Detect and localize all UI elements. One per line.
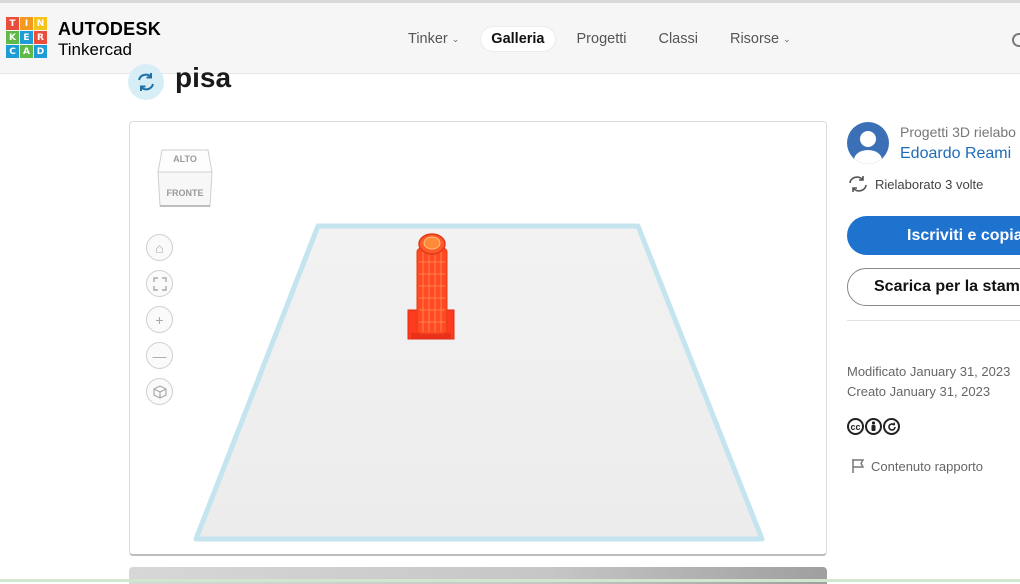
- zoom-out-icon: —: [152, 347, 167, 364]
- viewcube-top-label: ALTO: [173, 154, 197, 164]
- page-bottom-edge: [0, 579, 1020, 582]
- avatar[interactable]: [847, 122, 889, 164]
- chevron-down-icon: ⌄: [783, 33, 791, 44]
- nav-item-classi[interactable]: Classi: [648, 27, 707, 51]
- design-title: pisa: [175, 62, 232, 93]
- brand-name: AUTODESK: [58, 19, 162, 39]
- sidebar-divider: [847, 320, 1020, 321]
- report-content-link[interactable]: Contenuto rapporto: [851, 458, 983, 474]
- attribution-figure-icon: [871, 421, 876, 431]
- 3d-viewer[interactable]: ALTO FRONTE ⌂ + —: [129, 121, 827, 556]
- modified-date: Modificato January 31, 2023: [847, 364, 1011, 379]
- report-label: Contenuto rapporto: [871, 458, 984, 474]
- download-print-button[interactable]: Scarica per la stamp: [847, 268, 1020, 306]
- product-name: Tinkercad: [58, 40, 133, 59]
- viewcube[interactable]: ALTO FRONTE: [156, 144, 214, 212]
- remix-arrows-icon: [138, 73, 154, 91]
- tinkercad-logo[interactable]: TIN KER CAD: [6, 17, 47, 58]
- viewer-scene: [193, 223, 765, 542]
- sign-up-copy-button[interactable]: Iscriviti e copia: [847, 216, 1020, 255]
- attribution-icon: [865, 418, 882, 435]
- zoom-out-button[interactable]: —: [146, 342, 173, 369]
- nav-item-label: Risorse: [729, 31, 780, 47]
- logo-letter-tile: A: [20, 45, 33, 58]
- viewcube-front-label: FRONTE: [166, 188, 204, 198]
- user-menu-icon[interactable]: [1012, 33, 1020, 47]
- logo-letter-tile: T: [6, 17, 19, 30]
- created-date: Creato January 31, 2023: [847, 384, 991, 399]
- nav-item-label: Classi: [658, 31, 698, 47]
- main-nav: Tinker ⌄ Galleria Progetti Classi Risors…: [398, 27, 801, 51]
- nav-item-galleria[interactable]: Galleria: [481, 27, 555, 51]
- logo-letter-tile: C: [6, 45, 19, 58]
- cc-icon: cc: [847, 418, 864, 435]
- remix-count-label: Rielaborato 3 volte: [875, 176, 984, 192]
- brand[interactable]: AUTODESK Tinkercad: [58, 20, 161, 58]
- license-badges[interactable]: cc: [847, 418, 900, 435]
- nav-item-label: Progetti: [576, 31, 627, 47]
- design-category-caption: Progetti 3D rielabo: [900, 124, 1016, 140]
- nav-item-progetti[interactable]: Progetti: [567, 27, 637, 51]
- perspective-button[interactable]: [146, 378, 173, 405]
- home-icon: ⌂: [155, 239, 164, 256]
- share-alike-arrow-icon: [887, 421, 896, 431]
- author-link[interactable]: Edoardo Reami: [900, 145, 1011, 163]
- home-view-button[interactable]: ⌂: [146, 234, 173, 261]
- perspective-icon: [152, 384, 167, 399]
- logo-letter-tile: N: [34, 17, 47, 30]
- fit-view-button[interactable]: [146, 270, 173, 297]
- logo-letter-tile: E: [20, 31, 33, 44]
- zoom-in-icon: +: [155, 311, 164, 328]
- logo-letter-tile: I: [20, 17, 33, 30]
- fit-view-icon: [152, 276, 167, 291]
- logo-letter-tile: R: [34, 31, 47, 44]
- top-navigation-bar: TIN KER CAD AUTODESK Tinkercad Tinker ⌄ Ga…: [0, 0, 1020, 74]
- zoom-in-button[interactable]: +: [146, 306, 173, 333]
- user-avatar-icon: [854, 131, 882, 164]
- nav-item-risorse[interactable]: Risorse ⌄: [720, 27, 801, 51]
- workplane: [193, 223, 765, 542]
- remix-icon: [128, 64, 164, 100]
- remix-icon: [849, 176, 867, 192]
- nav-item-label: Galleria: [491, 31, 545, 47]
- nav-item-label: Tinker: [408, 31, 448, 47]
- remix-count: Rielaborato 3 volte: [847, 175, 983, 193]
- logo-letter-tile: D: [34, 45, 47, 58]
- logo-letter-tile: K: [6, 31, 19, 44]
- flag-icon: [852, 459, 865, 473]
- share-alike-icon: [883, 418, 900, 435]
- chevron-down-icon: ⌄: [451, 33, 460, 44]
- nav-item-tinker[interactable]: Tinker ⌄: [398, 27, 469, 51]
